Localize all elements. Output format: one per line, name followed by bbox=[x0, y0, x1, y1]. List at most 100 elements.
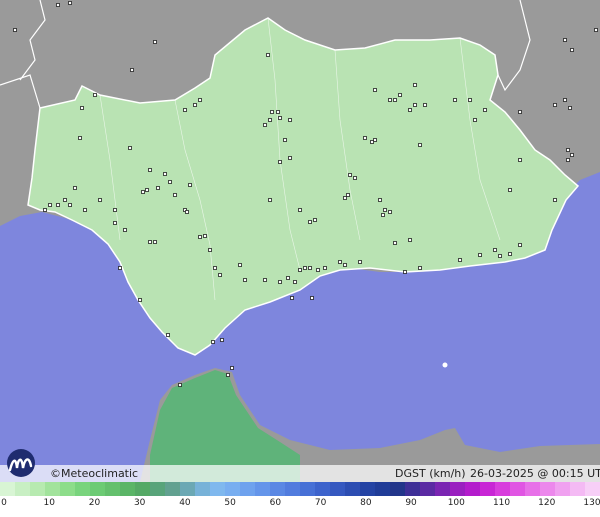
legend-color-step bbox=[240, 482, 255, 496]
station-marker bbox=[173, 193, 177, 197]
station-marker bbox=[226, 373, 230, 377]
legend-color-step bbox=[375, 482, 390, 496]
station-marker bbox=[518, 158, 522, 162]
station-marker bbox=[123, 228, 127, 232]
station-marker bbox=[48, 203, 52, 207]
station-marker bbox=[453, 98, 457, 102]
station-marker bbox=[153, 240, 157, 244]
legend-tick: 40 bbox=[179, 498, 191, 508]
station-marker bbox=[568, 106, 572, 110]
station-marker bbox=[130, 68, 134, 72]
station-marker bbox=[188, 183, 192, 187]
legend-color-step bbox=[495, 482, 510, 496]
station-marker bbox=[198, 235, 202, 239]
legend-color-step bbox=[405, 482, 420, 496]
station-marker bbox=[373, 88, 377, 92]
station-marker bbox=[238, 263, 242, 267]
station-marker bbox=[56, 3, 60, 7]
station-marker bbox=[378, 198, 382, 202]
station-marker bbox=[178, 383, 182, 387]
station-marker bbox=[553, 103, 557, 107]
station-marker bbox=[220, 338, 224, 342]
legend-color-step bbox=[30, 482, 45, 496]
station-marker bbox=[263, 123, 267, 127]
legend-color-step bbox=[15, 482, 30, 496]
weather-map: ©Meteoclimatic DGST (km/h) 26-03-2025 @ … bbox=[0, 0, 600, 517]
legend-color-step bbox=[120, 482, 135, 496]
legend-color-step bbox=[270, 482, 285, 496]
legend-tick: 60 bbox=[269, 498, 282, 508]
station-marker bbox=[78, 136, 82, 140]
station-marker bbox=[388, 98, 392, 102]
station-marker bbox=[338, 260, 342, 264]
legend-color-step bbox=[105, 482, 120, 496]
legend-color-step bbox=[210, 482, 225, 496]
station-marker bbox=[185, 210, 189, 214]
station-marker bbox=[166, 333, 170, 337]
station-marker bbox=[198, 98, 202, 102]
legend-tick: 90 bbox=[405, 498, 417, 508]
station-marker bbox=[408, 238, 412, 242]
station-marker bbox=[80, 106, 84, 110]
legend-tick: 10 bbox=[43, 498, 55, 508]
station-marker bbox=[298, 268, 302, 272]
legend-color-step bbox=[45, 482, 60, 496]
copyright-symbol: © bbox=[50, 467, 61, 480]
station-marker bbox=[458, 258, 462, 262]
station-marker bbox=[145, 188, 149, 192]
station-marker bbox=[203, 234, 207, 238]
station-marker bbox=[128, 146, 132, 150]
station-marker bbox=[358, 260, 362, 264]
station-marker bbox=[163, 172, 167, 176]
station-marker bbox=[594, 28, 598, 32]
station-marker bbox=[68, 203, 72, 207]
legend-color-step bbox=[285, 482, 300, 496]
station-marker bbox=[553, 198, 557, 202]
legend-color-step bbox=[390, 482, 405, 496]
station-marker bbox=[156, 186, 160, 190]
legend-color-step bbox=[585, 482, 600, 496]
legend-color-bar bbox=[0, 482, 600, 496]
station-marker bbox=[308, 220, 312, 224]
station-marker bbox=[148, 168, 152, 172]
station-marker bbox=[346, 193, 350, 197]
station-marker bbox=[288, 156, 292, 160]
legend-tick: 20 bbox=[88, 498, 101, 508]
station-marker bbox=[493, 248, 497, 252]
legend-tick: 130 bbox=[583, 498, 600, 508]
station-marker bbox=[141, 190, 145, 194]
legend-color-step bbox=[0, 482, 15, 496]
station-marker bbox=[113, 221, 117, 225]
legend-color-step bbox=[255, 482, 270, 496]
station-marker bbox=[138, 298, 142, 302]
station-marker bbox=[483, 108, 487, 112]
legend-tick: 70 bbox=[314, 498, 327, 508]
station-marker bbox=[290, 296, 294, 300]
station-marker bbox=[348, 173, 352, 177]
station-marker bbox=[288, 118, 292, 122]
color-scale-legend: 0 10 20 30 40 50 60 70 80 90 100 110 120 130 bbox=[0, 482, 600, 517]
station-marker bbox=[468, 98, 472, 102]
station-marker bbox=[63, 198, 67, 202]
station-marker bbox=[43, 208, 47, 212]
station-marker bbox=[278, 160, 282, 164]
station-marker bbox=[268, 198, 272, 202]
legend-color-step bbox=[60, 482, 75, 496]
station-marker bbox=[93, 93, 97, 97]
station-marker bbox=[423, 103, 427, 107]
station-marker bbox=[183, 108, 187, 112]
meteoclimatic-logo-icon bbox=[7, 449, 35, 477]
station-marker bbox=[218, 273, 222, 277]
station-marker bbox=[168, 180, 172, 184]
legend-color-step bbox=[435, 482, 450, 496]
timestamp-label: 26-03-2025 @ 00:15 UTC bbox=[470, 467, 600, 480]
station-marker bbox=[283, 138, 287, 142]
station-marker bbox=[193, 103, 197, 107]
station-marker bbox=[383, 208, 387, 212]
station-marker bbox=[243, 278, 247, 282]
station-marker bbox=[393, 241, 397, 245]
legend-tick: 30 bbox=[133, 498, 146, 508]
legend-tick: 0 bbox=[1, 498, 7, 508]
station-marker bbox=[230, 366, 234, 370]
legend-tick: 50 bbox=[224, 498, 236, 508]
